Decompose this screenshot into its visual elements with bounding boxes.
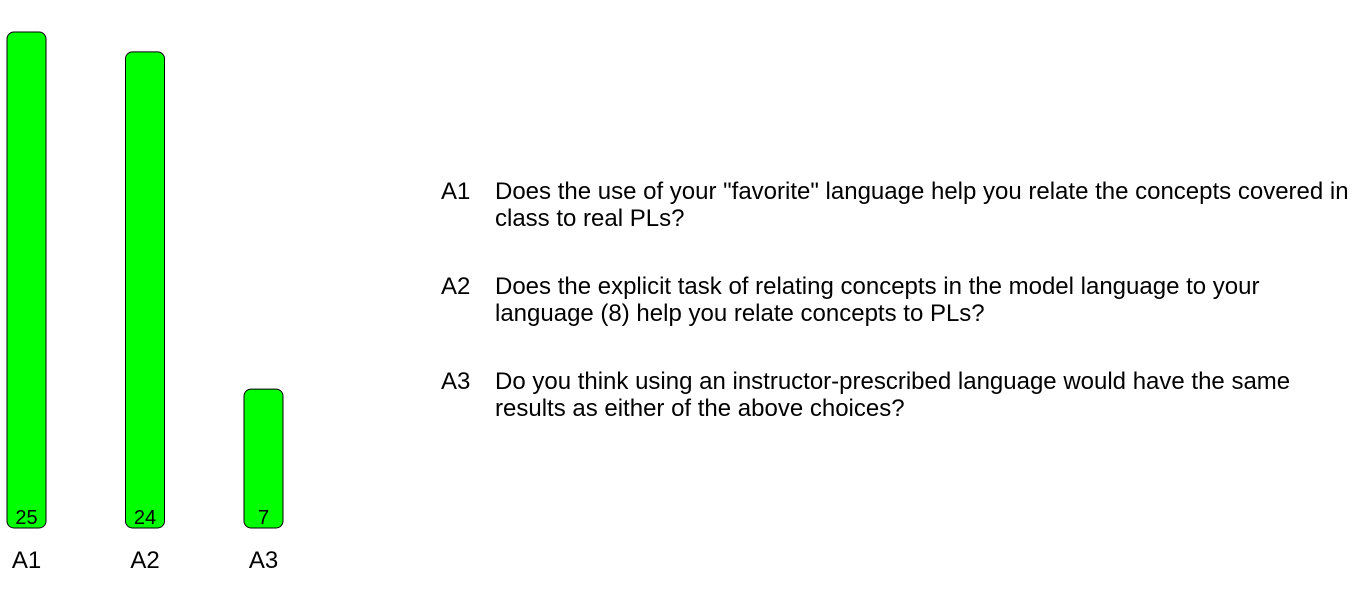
legend-item-a1: A1 Does the use of your "favorite" langu… [441, 178, 1351, 232]
legend-item-a3: A3 Do you think using an instructor-pres… [441, 368, 1351, 422]
category-label-a3: A3 [249, 547, 278, 574]
data-label-a3: 7 [258, 507, 269, 529]
bar-a2 [125, 51, 165, 529]
legend-question: Does the use of your "favorite" language… [495, 178, 1349, 232]
legend-code: A2 [441, 273, 471, 300]
legend-question: Do you think using an instructor-prescri… [495, 368, 1291, 422]
bar-chart: 25 A1 24 A2 7 A3 [6, 31, 284, 574]
data-label-a1: 25 [15, 507, 37, 529]
legend-question: Does the explicit task of relating conce… [495, 273, 1260, 327]
legend-item-a2: A2 Does the explicit task of relating co… [441, 273, 1351, 327]
category-label-a2: A2 [130, 547, 159, 574]
legend-code: A1 [441, 178, 471, 205]
legend-code: A3 [441, 368, 471, 395]
category-label-a1: A1 [12, 547, 41, 574]
chart-legend: A1 Does the use of your "favorite" langu… [441, 178, 1351, 463]
data-label-a2: 24 [134, 507, 156, 529]
bar-a1 [6, 31, 47, 529]
